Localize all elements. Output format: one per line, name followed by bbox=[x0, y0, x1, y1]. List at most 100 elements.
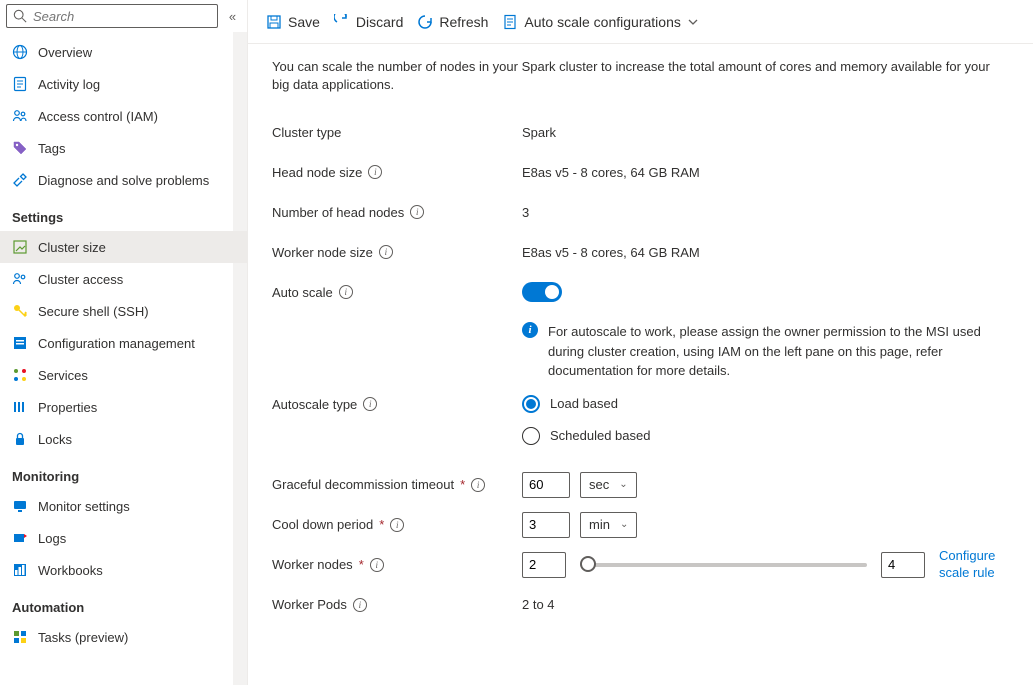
worker-node-size-value: E8as v5 - 8 cores, 64 GB RAM bbox=[522, 245, 700, 260]
sidebar-item-tags[interactable]: Tags bbox=[0, 132, 247, 164]
info-icon[interactable]: i bbox=[339, 285, 353, 299]
graceful-timeout-label: Graceful decommission timeout bbox=[272, 477, 454, 492]
worker-nodes-slider[interactable] bbox=[580, 563, 867, 567]
people-icon bbox=[12, 108, 28, 124]
collapse-sidebar-button[interactable]: « bbox=[224, 6, 241, 26]
cooldown-input[interactable] bbox=[522, 512, 570, 538]
discard-icon bbox=[334, 14, 350, 30]
graceful-timeout-input[interactable] bbox=[522, 472, 570, 498]
graceful-timeout-unit-dropdown[interactable]: sec ⌄ bbox=[580, 472, 637, 498]
cluster-type-label: Cluster type bbox=[272, 125, 341, 140]
autoscale-config-dropdown[interactable]: Auto scale configurations bbox=[502, 14, 698, 30]
section-header-monitoring: Monitoring bbox=[0, 455, 247, 490]
sidebar-item-logs[interactable]: Logs bbox=[0, 522, 247, 554]
section-header-automation: Automation bbox=[0, 586, 247, 621]
auto-scale-label: Auto scale bbox=[272, 285, 333, 300]
save-button[interactable]: Save bbox=[266, 14, 320, 30]
discard-button[interactable]: Discard bbox=[334, 14, 403, 30]
sidebar-item-label: Tags bbox=[38, 141, 65, 156]
sidebar-item-diagnose[interactable]: Diagnose and solve problems bbox=[0, 164, 247, 196]
sidebar-item-workbooks[interactable]: Workbooks bbox=[0, 554, 247, 586]
sidebar-item-properties[interactable]: Properties bbox=[0, 391, 247, 423]
config-icon bbox=[12, 335, 28, 351]
cluster-type-value: Spark bbox=[522, 125, 556, 140]
sidebar-item-label: Cluster size bbox=[38, 240, 106, 255]
cooldown-label: Cool down period bbox=[272, 517, 373, 532]
sidebar-item-overview[interactable]: Overview bbox=[0, 36, 247, 68]
chevron-down-icon bbox=[687, 16, 699, 28]
refresh-icon bbox=[417, 14, 433, 30]
worker-node-size-label: Worker node size bbox=[272, 245, 373, 260]
sidebar-item-label: Monitor settings bbox=[38, 499, 130, 514]
sidebar-item-label: Logs bbox=[38, 531, 66, 546]
save-label: Save bbox=[288, 14, 320, 30]
sidebar-item-label: Tasks (preview) bbox=[38, 630, 128, 645]
info-icon[interactable]: i bbox=[363, 397, 377, 411]
sidebar-item-cluster-size[interactable]: Cluster size bbox=[0, 231, 247, 263]
configure-scale-rule-link[interactable]: Configure scale rule bbox=[939, 548, 1009, 582]
head-node-size-label: Head node size bbox=[272, 165, 362, 180]
info-icon[interactable]: i bbox=[353, 598, 367, 612]
page-description: You can scale the number of nodes in you… bbox=[272, 58, 1009, 94]
sidebar-item-access-control[interactable]: Access control (IAM) bbox=[0, 100, 247, 132]
dropdown-value: min bbox=[589, 517, 610, 532]
wrench-icon bbox=[12, 172, 28, 188]
document-icon bbox=[502, 14, 518, 30]
refresh-button[interactable]: Refresh bbox=[417, 14, 488, 30]
worker-nodes-max-input[interactable] bbox=[881, 552, 925, 578]
save-icon bbox=[266, 14, 282, 30]
search-box[interactable] bbox=[6, 4, 218, 28]
workbook-icon bbox=[12, 562, 28, 578]
info-icon[interactable]: i bbox=[471, 478, 485, 492]
sidebar-item-tasks[interactable]: Tasks (preview) bbox=[0, 621, 247, 653]
search-input[interactable] bbox=[33, 9, 211, 24]
worker-pods-label: Worker Pods bbox=[272, 597, 347, 612]
cooldown-unit-dropdown[interactable]: min ⌄ bbox=[580, 512, 637, 538]
sidebar-item-locks[interactable]: Locks bbox=[0, 423, 247, 455]
radio-label: Load based bbox=[550, 396, 618, 411]
sidebar-item-secure-shell[interactable]: Secure shell (SSH) bbox=[0, 295, 247, 327]
sidebar-item-label: Activity log bbox=[38, 77, 100, 92]
chevron-down-icon: ⌄ bbox=[619, 479, 627, 490]
sidebar-item-label: Properties bbox=[38, 400, 97, 415]
sidebar-item-label: Diagnose and solve problems bbox=[38, 173, 209, 188]
section-header-settings: Settings bbox=[0, 196, 247, 231]
sidebar-item-label: Services bbox=[38, 368, 88, 383]
head-node-size-value: E8as v5 - 8 cores, 64 GB RAM bbox=[522, 165, 700, 180]
slider-thumb-min[interactable] bbox=[580, 556, 596, 572]
sidebar-item-label: Cluster access bbox=[38, 272, 123, 287]
radio-load-based[interactable]: Load based bbox=[522, 395, 650, 413]
info-icon[interactable]: i bbox=[410, 205, 424, 219]
logs-icon bbox=[12, 530, 28, 546]
sidebar-item-label: Secure shell (SSH) bbox=[38, 304, 149, 319]
tag-icon bbox=[12, 140, 28, 156]
chevron-down-icon: ⌄ bbox=[620, 519, 628, 530]
people-icon bbox=[12, 271, 28, 287]
worker-nodes-min-input[interactable] bbox=[522, 552, 566, 578]
autoscale-type-label: Autoscale type bbox=[272, 397, 357, 412]
sidebar-item-services[interactable]: Services bbox=[0, 359, 247, 391]
globe-icon bbox=[12, 44, 28, 60]
services-icon bbox=[12, 367, 28, 383]
scale-icon bbox=[12, 239, 28, 255]
sidebar-item-monitor-settings[interactable]: Monitor settings bbox=[0, 490, 247, 522]
info-icon[interactable]: i bbox=[379, 245, 393, 259]
sidebar-item-config-management[interactable]: Configuration management bbox=[0, 327, 247, 359]
radio-label: Scheduled based bbox=[550, 428, 650, 443]
refresh-label: Refresh bbox=[439, 14, 488, 30]
sidebar-item-label: Configuration management bbox=[38, 336, 195, 351]
properties-icon bbox=[12, 399, 28, 415]
autoscale-notice-text: For autoscale to work, please assign the… bbox=[548, 322, 1009, 381]
info-icon[interactable]: i bbox=[368, 165, 382, 179]
worker-pods-value: 2 to 4 bbox=[522, 597, 555, 612]
dropdown-value: sec bbox=[589, 477, 609, 492]
info-icon[interactable]: i bbox=[370, 558, 384, 572]
key-icon bbox=[12, 303, 28, 319]
num-head-nodes-label: Number of head nodes bbox=[272, 205, 404, 220]
sidebar-item-activity-log[interactable]: Activity log bbox=[0, 68, 247, 100]
radio-scheduled-based[interactable]: Scheduled based bbox=[522, 427, 650, 445]
num-head-nodes-value: 3 bbox=[522, 205, 529, 220]
sidebar-item-cluster-access[interactable]: Cluster access bbox=[0, 263, 247, 295]
info-icon[interactable]: i bbox=[390, 518, 404, 532]
auto-scale-toggle[interactable] bbox=[522, 282, 562, 302]
